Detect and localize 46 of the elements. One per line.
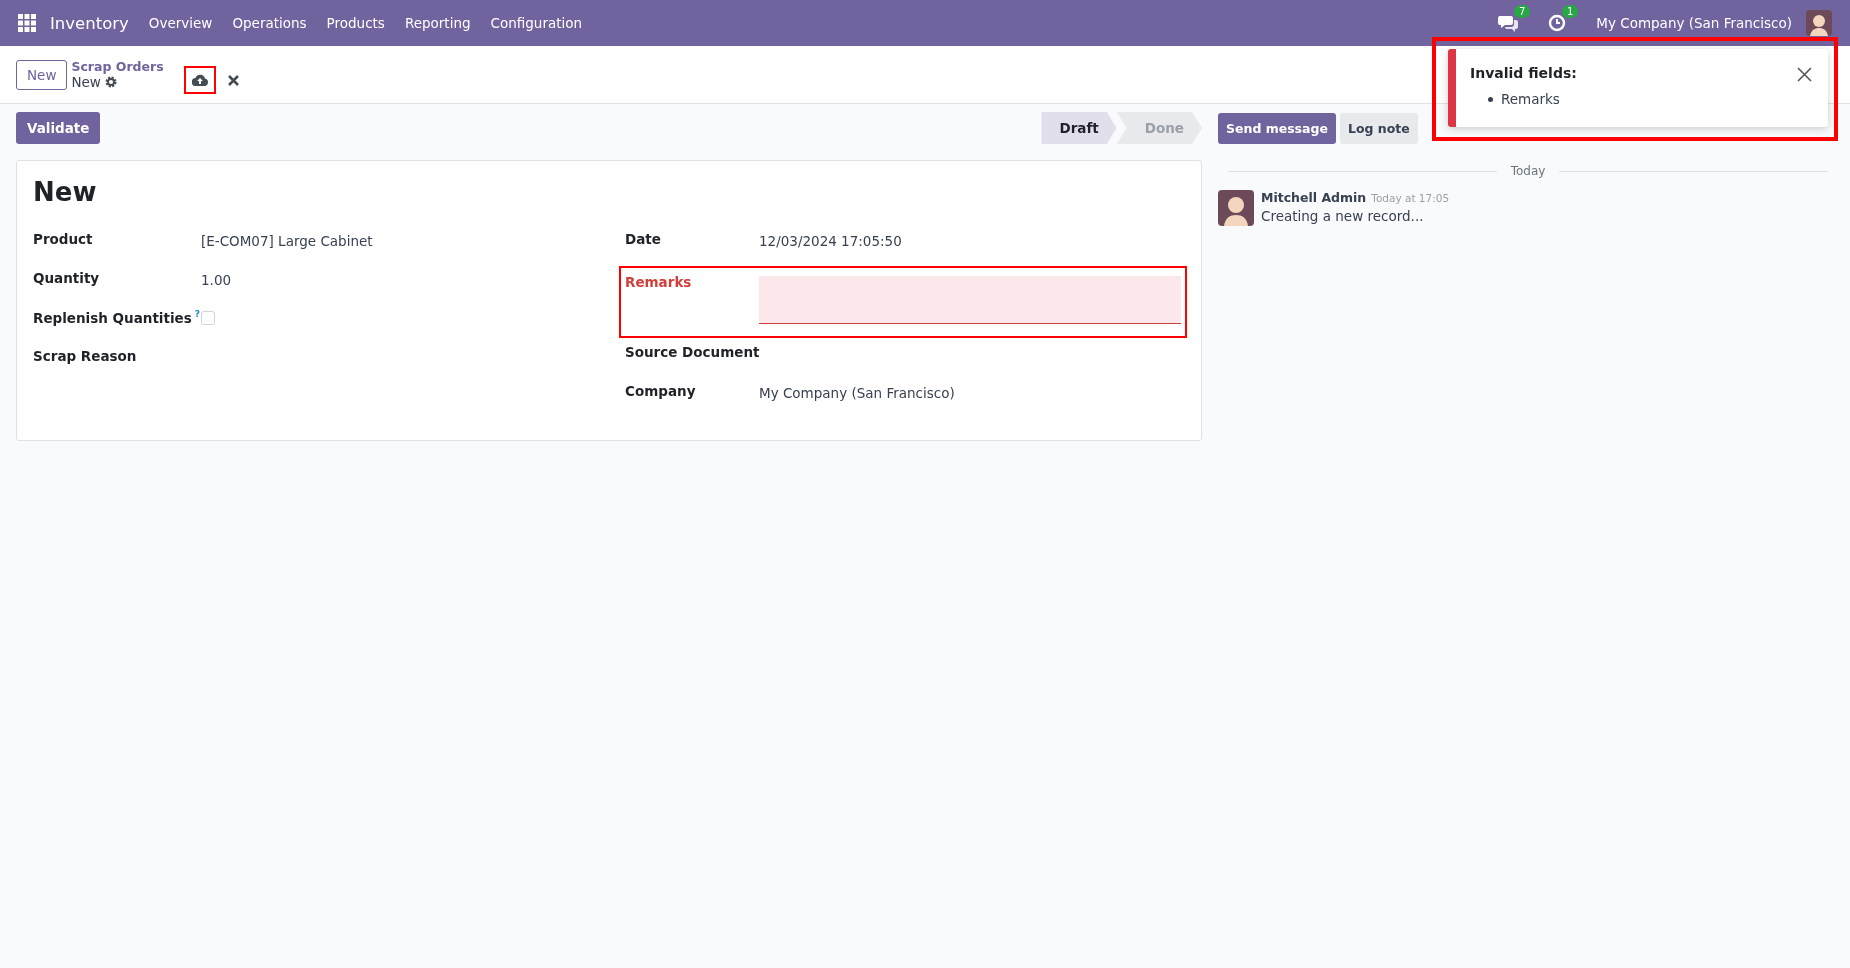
chat-bubbles-icon[interactable]	[1498, 14, 1519, 32]
menu-item[interactable]: Overview	[148, 15, 213, 31]
company-switcher[interactable]: My Company (San Francisco)	[1596, 15, 1792, 31]
new-button[interactable]: New	[16, 59, 68, 90]
discard-icon[interactable]	[227, 75, 239, 86]
invalid-field-item: Remarks	[1501, 91, 1560, 107]
message-count-badge: 7	[1513, 5, 1531, 18]
menu-item[interactable]: Configuration	[490, 15, 583, 31]
field-label: Replenish Quantities $^{?}$	[33, 308, 201, 326]
menu-item[interactable]: Reporting	[404, 15, 471, 31]
cloud-upload-icon[interactable]	[191, 73, 208, 86]
message-time: Today at 17:05	[1371, 192, 1450, 204]
field-label: Company	[625, 382, 697, 399]
menu-item[interactable]: Operations	[232, 15, 307, 31]
clock-icon[interactable]	[1548, 14, 1567, 32]
app-grid-icon[interactable]	[18, 14, 36, 32]
field-label: Product	[33, 230, 94, 247]
record-title: New	[33, 177, 98, 207]
message-text: Creating a new record...	[1261, 208, 1425, 224]
field-label: Date	[625, 230, 662, 247]
field-label: Source Document	[625, 343, 759, 360]
message-author: Mitchell Admin	[1261, 190, 1367, 205]
activity-count-badge: 1	[1561, 5, 1579, 18]
field-value[interactable]: My Company (San Francisco)	[759, 385, 955, 401]
close-icon[interactable]	[1797, 67, 1812, 82]
app-name[interactable]: Inventory	[50, 13, 129, 33]
status-stage[interactable]: Draft	[1041, 112, 1117, 144]
chatter-button[interactable]: Send message	[1218, 112, 1336, 144]
breadcrumb-current: New	[71, 74, 101, 90]
user-avatar-icon[interactable]	[1806, 10, 1832, 36]
breadcrumb-link[interactable]: Scrap Orders	[71, 59, 164, 74]
field-label: Scrap Reason	[33, 347, 138, 364]
settings-icon[interactable]	[104, 76, 117, 88]
toast-title: Invalid fields:	[1470, 65, 1577, 81]
field-label: Quantity	[33, 269, 101, 286]
field-value[interactable]: 12/03/2024 17:05:50	[759, 233, 902, 249]
validate-button[interactable]: Validate	[16, 112, 101, 144]
chatter-button[interactable]: Log note	[1339, 112, 1418, 144]
date-separator: Today	[1510, 164, 1546, 178]
checkbox[interactable]	[201, 311, 215, 325]
field-label: Remarks	[625, 273, 693, 290]
remarks-field[interactable]	[759, 276, 1181, 324]
field-value[interactable]: [E-COM07] Large Cabinet	[201, 233, 373, 249]
avatar-icon	[1218, 190, 1254, 226]
field-value[interactable]: 1.00	[201, 272, 232, 288]
menu-item[interactable]: Products	[326, 15, 385, 31]
